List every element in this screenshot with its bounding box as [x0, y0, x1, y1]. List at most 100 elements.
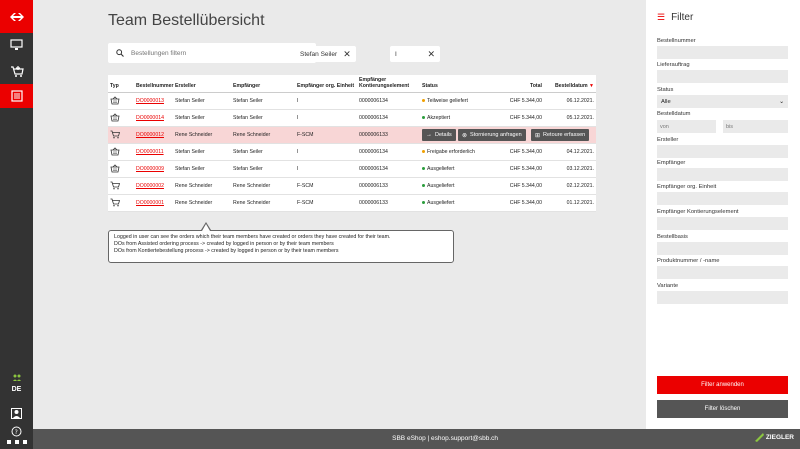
- col-bestelldatum-label: Bestelldatum: [555, 83, 588, 89]
- order-number-link[interactable]: DO0000002: [136, 183, 164, 189]
- cell-empfaenger: Rene Schneider: [231, 177, 295, 195]
- page-title: Team Bestellübersicht: [108, 12, 265, 29]
- apply-filter-button[interactable]: Filter anwenden: [657, 376, 788, 394]
- order-number-link[interactable]: DO0000001: [136, 200, 164, 206]
- col-total[interactable]: Total: [492, 75, 544, 93]
- table-row[interactable]: DO0000011 Stefan Seiler Stefan Seiler I …: [108, 143, 596, 161]
- cell-kontierung: 0000006134: [357, 92, 420, 110]
- status-text: Akzeptiert: [427, 115, 451, 121]
- cell-empfaenger: Rene Schneider: [231, 126, 295, 144]
- cancel-circle-icon: ⊗: [462, 132, 468, 139]
- status-text: Freigabe erforderlich: [427, 149, 475, 155]
- basket-icon: [108, 109, 134, 127]
- cart-add-icon[interactable]: [0, 59, 33, 83]
- empfaenger-input[interactable]: [657, 168, 788, 181]
- col-empfaenger[interactable]: Empfänger: [231, 75, 295, 93]
- status-text: Teilweise geliefert: [427, 98, 468, 104]
- storno-button[interactable]: ⊗ Stornierung anfragen: [458, 129, 526, 141]
- cell-total: CHF 5.344,00: [492, 109, 544, 127]
- filter-chip: I ✕: [390, 46, 440, 62]
- cell-total: CHF 5.344,00: [492, 194, 544, 212]
- table-row[interactable]: DO0000009 Stefan Seiler Stefan Seiler I …: [108, 160, 596, 178]
- col-kontierung[interactable]: Empfänger Kontierungselement: [357, 75, 420, 93]
- einheit-input[interactable]: [657, 192, 788, 205]
- cell-total: CHF 5.344,00: [492, 92, 544, 110]
- kontierung-input[interactable]: [657, 217, 788, 230]
- table-row[interactable]: DO0000014 Stefan Seiler Stefan Seiler I …: [108, 109, 596, 127]
- col-bestellnummer[interactable]: Bestellnummer: [134, 75, 173, 93]
- order-number-link[interactable]: DO0000013: [136, 98, 164, 104]
- cell-kontierung: 0000006133: [357, 126, 420, 144]
- cell-einheit: F-SCM: [295, 194, 357, 212]
- table-row-selected[interactable]: DO0000012 Rene Schneider Rene Schneider …: [108, 126, 596, 144]
- main-content: Team Bestellübersicht Stefan Seiler ✕ I …: [33, 0, 646, 429]
- lieferauftrag-input[interactable]: [657, 70, 788, 83]
- ersteller-input[interactable]: [657, 145, 788, 158]
- search-box[interactable]: [108, 43, 316, 63]
- menu-icon[interactable]: ☰: [657, 12, 665, 23]
- close-icon[interactable]: ✕: [343, 49, 351, 60]
- cell-empfaenger: Stefan Seiler: [231, 92, 295, 110]
- cart-icon: [108, 126, 134, 144]
- produkt-input[interactable]: [657, 266, 788, 279]
- status-dot-icon: [422, 99, 425, 103]
- col-einheit[interactable]: Empfänger org. Einheit: [295, 75, 357, 93]
- retoure-button[interactable]: ⊞ Retoure erfassen: [531, 129, 590, 141]
- details-button[interactable]: → Details: [422, 129, 456, 141]
- col-status[interactable]: Status: [420, 75, 492, 93]
- chip-label: Stefan Seiler: [300, 50, 338, 58]
- status-badge: Ausgeliefert: [420, 177, 492, 195]
- plus-square-icon: ⊞: [535, 132, 541, 139]
- cell-empfaenger: Stefan Seiler: [231, 109, 295, 127]
- sbb-logo-icon[interactable]: [0, 0, 33, 33]
- cell-kontierung: 0000006134: [357, 160, 420, 178]
- col-ersteller[interactable]: Ersteller: [173, 75, 231, 93]
- order-number-link[interactable]: DO0000011: [136, 149, 164, 155]
- label-lieferauftrag: Lieferauftrag: [657, 62, 690, 68]
- col-bestelldatum[interactable]: Bestelldatum ▼: [544, 75, 596, 93]
- bestellnummer-input[interactable]: [657, 46, 788, 59]
- cell-einheit: I: [295, 92, 357, 110]
- storno-label: Stornierung anfragen: [470, 132, 522, 138]
- cell-kontierung: 0000006133: [357, 194, 420, 212]
- retoure-label: Retoure erfassen: [543, 132, 586, 138]
- table-row[interactable]: DO0000002 Rene Schneider Rene Schneider …: [108, 177, 596, 195]
- tooltip-line: Logged in user can see the orders which …: [114, 234, 391, 240]
- col-typ: Typ: [108, 75, 134, 93]
- status-select[interactable]: Alle ⌄: [657, 95, 788, 108]
- filter-chip: Stefan Seiler ✕: [295, 46, 356, 62]
- cell-datum: 05.12.2021.: [544, 109, 596, 127]
- table-row[interactable]: DO0000001 Rene Schneider Rene Schneider …: [108, 194, 596, 212]
- status-select-value: Alle: [661, 98, 671, 105]
- search-input[interactable]: [131, 49, 301, 57]
- date-from-input[interactable]: von: [657, 120, 716, 133]
- cell-einheit: F-SCM: [295, 177, 357, 195]
- order-number-link[interactable]: DO0000009: [136, 166, 164, 172]
- language-switch[interactable]: DE: [0, 386, 33, 393]
- order-number-link[interactable]: DO0000012: [136, 132, 164, 138]
- cell-kontierung: 0000006133: [357, 177, 420, 195]
- monitor-icon[interactable]: [0, 33, 33, 57]
- clear-filter-button[interactable]: Filter löschen: [657, 400, 788, 418]
- status-text: Ausgeliefert: [427, 166, 455, 172]
- status-badge: Akzeptiert: [420, 109, 492, 127]
- filter-panel: ☰ Filter Bestellnummer Lieferauftrag Sta…: [646, 0, 800, 429]
- basket-icon: [108, 143, 134, 161]
- order-number-link[interactable]: DO0000014: [136, 115, 164, 121]
- variante-input[interactable]: [657, 291, 788, 304]
- cell-einheit: F-SCM: [295, 126, 357, 144]
- tooltip-arrow-inner: [202, 224, 210, 231]
- cell-total: CHF 5.344,00: [492, 160, 544, 178]
- cart-icon: [108, 194, 134, 212]
- label-einheit: Empfänger org. Einheit: [657, 184, 717, 190]
- bestellbasis-input[interactable]: [657, 242, 788, 255]
- label-bestellbasis: Bestellbasis: [657, 234, 688, 240]
- status-dot-icon: [422, 184, 425, 188]
- table-row[interactable]: DO0000013 Stefan Seiler Stefan Seiler I …: [108, 92, 596, 110]
- close-icon[interactable]: ✕: [427, 49, 435, 60]
- date-to-input[interactable]: bis: [723, 120, 788, 133]
- order-list-icon[interactable]: [0, 84, 33, 108]
- col-kontierung-line2: Kontierungselement: [359, 83, 410, 89]
- label-kontierung: Empfänger Kontierungselement: [657, 209, 739, 215]
- date-to-placeholder: bis: [726, 123, 734, 130]
